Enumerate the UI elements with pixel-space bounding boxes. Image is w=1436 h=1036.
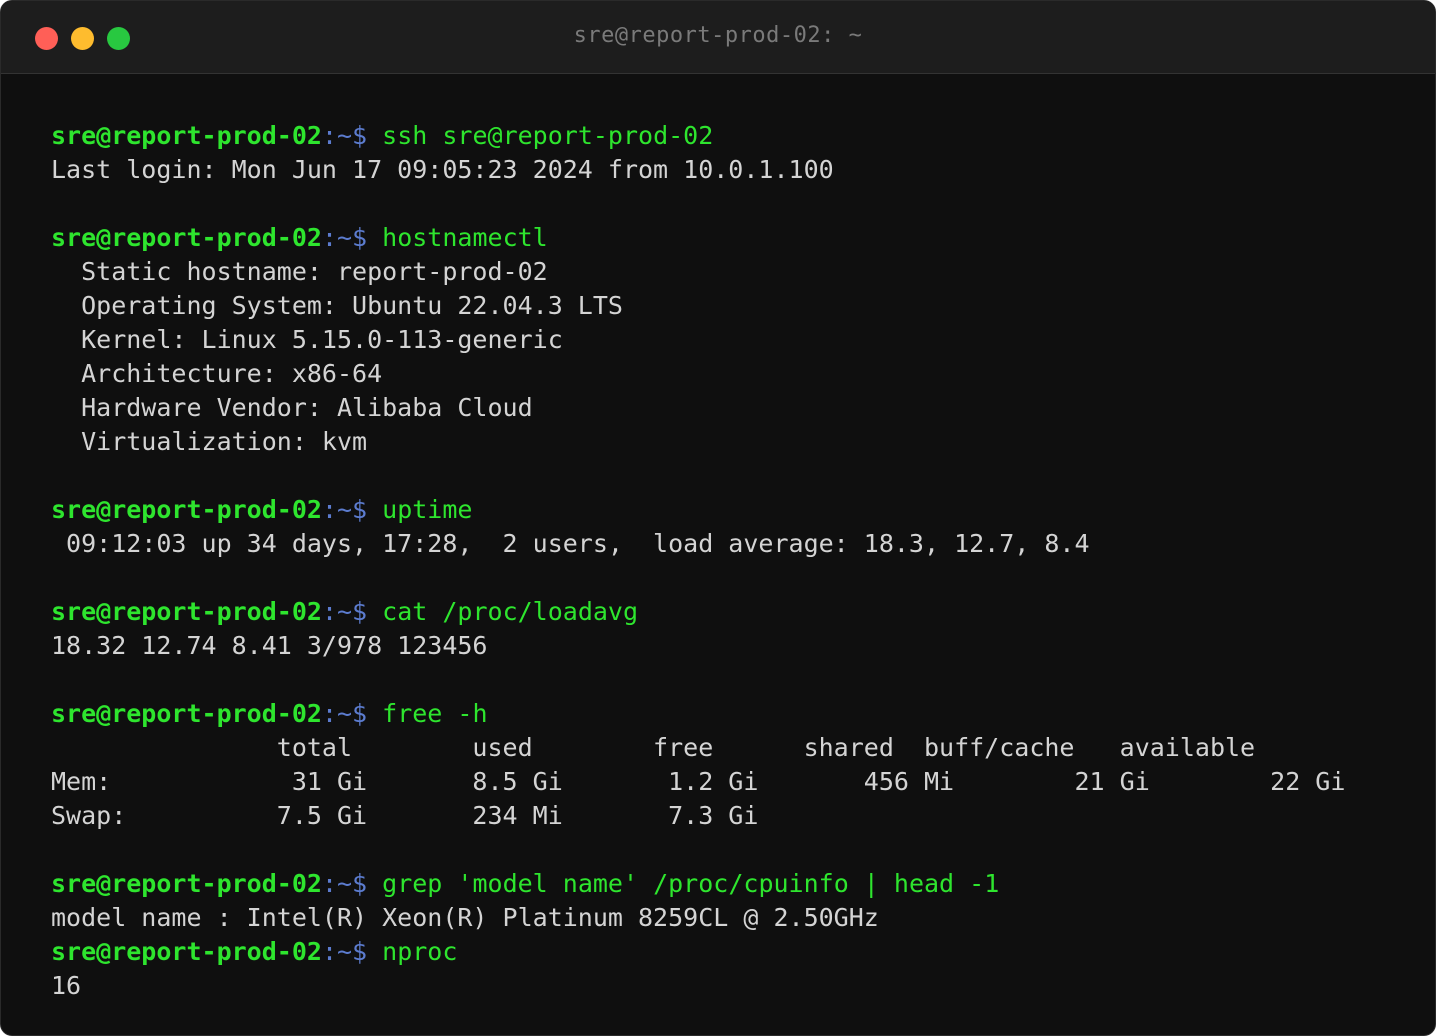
prompt-user-host: sre@report-prod-02 (51, 937, 322, 966)
terminal-window: sre@report-prod-02: ~ sre@report-prod-02… (0, 0, 1436, 1036)
output-line: Kernel: Linux 5.15.0-113-generic (51, 325, 563, 354)
window-title: sre@report-prod-02: ~ (573, 23, 863, 48)
output-line: 09:12:03 up 34 days, 17:28, 2 users, loa… (51, 529, 1090, 558)
output-line: model name : Intel(R) Xeon(R) Platinum 8… (51, 903, 879, 932)
command-text: uptime (382, 495, 473, 524)
output-line: Hardware Vendor: Alibaba Cloud (51, 393, 533, 422)
prompt-symbol: $ (352, 597, 383, 626)
prompt-path: :~ (321, 937, 353, 966)
output-line: 18.32 12.74 8.41 3/978 123456 (51, 631, 488, 660)
prompt-path: :~ (321, 699, 353, 728)
command-text: hostnamectl (382, 223, 548, 252)
command-line: sre@report-prod-02:~$ grep 'model name' … (51, 867, 1435, 901)
prompt-symbol: $ (352, 699, 383, 728)
output-line: Virtualization: kvm (51, 427, 368, 456)
output-line: Mem: 31 Gi 8.5 Gi 1.2 Gi 456 Mi 21 Gi 22… (51, 767, 1346, 796)
prompt-symbol: $ (352, 223, 383, 252)
prompt-path: :~ (321, 223, 353, 252)
prompt-user-host: sre@report-prod-02 (51, 121, 322, 150)
prompt-path: :~ (321, 495, 353, 524)
prompt-user-host: sre@report-prod-02 (51, 869, 322, 898)
prompt-symbol: $ (352, 869, 383, 898)
command-text: free -h (382, 699, 488, 728)
output-line: Operating System: Ubuntu 22.04.3 LTS (51, 291, 623, 320)
prompt-symbol: $ (352, 121, 383, 150)
command-line: sre@report-prod-02:~$ ssh sre@report-pro… (51, 119, 1435, 153)
prompt-user-host: sre@report-prod-02 (51, 699, 322, 728)
command-text: grep 'model name' /proc/cpuinfo | head -… (382, 869, 1000, 898)
prompt-user-host: sre@report-prod-02 (51, 597, 322, 626)
output-line: Swap: 7.5 Gi 234 Mi 7.3 Gi (51, 801, 759, 830)
prompt-path: :~ (321, 121, 353, 150)
command-line: sre@report-prod-02:~$ uptime (51, 493, 1435, 527)
output-line: Static hostname: report-prod-02 (51, 257, 548, 286)
command-line: sre@report-prod-02:~$ cat /proc/loadavg (51, 595, 1435, 629)
title-bar: sre@report-prod-02: ~ (1, 1, 1435, 74)
output-line: Last login: Mon Jun 17 09:05:23 2024 fro… (51, 155, 834, 184)
output-line: total used free shared buff/cache availa… (51, 733, 1256, 762)
command-line: sre@report-prod-02:~$ nproc (51, 935, 1435, 969)
prompt-path: :~ (321, 869, 353, 898)
command-text: nproc (382, 937, 458, 966)
command-line: sre@report-prod-02:~$ hostnamectl (51, 221, 1435, 255)
output-line: 16 (51, 971, 82, 1000)
prompt-user-host: sre@report-prod-02 (51, 495, 322, 524)
command-line: sre@report-prod-02:~$ free -h (51, 697, 1435, 731)
prompt-path: :~ (321, 597, 353, 626)
prompt-user-host: sre@report-prod-02 (51, 223, 322, 252)
command-text: ssh sre@report-prod-02 (382, 121, 714, 150)
command-text: cat /proc/loadavg (382, 597, 639, 626)
prompt-symbol: $ (352, 937, 383, 966)
prompt-symbol: $ (352, 495, 383, 524)
terminal-output[interactable]: sre@report-prod-02:~$ ssh sre@report-pro… (51, 119, 1435, 1003)
output-line: Architecture: x86-64 (51, 359, 383, 388)
